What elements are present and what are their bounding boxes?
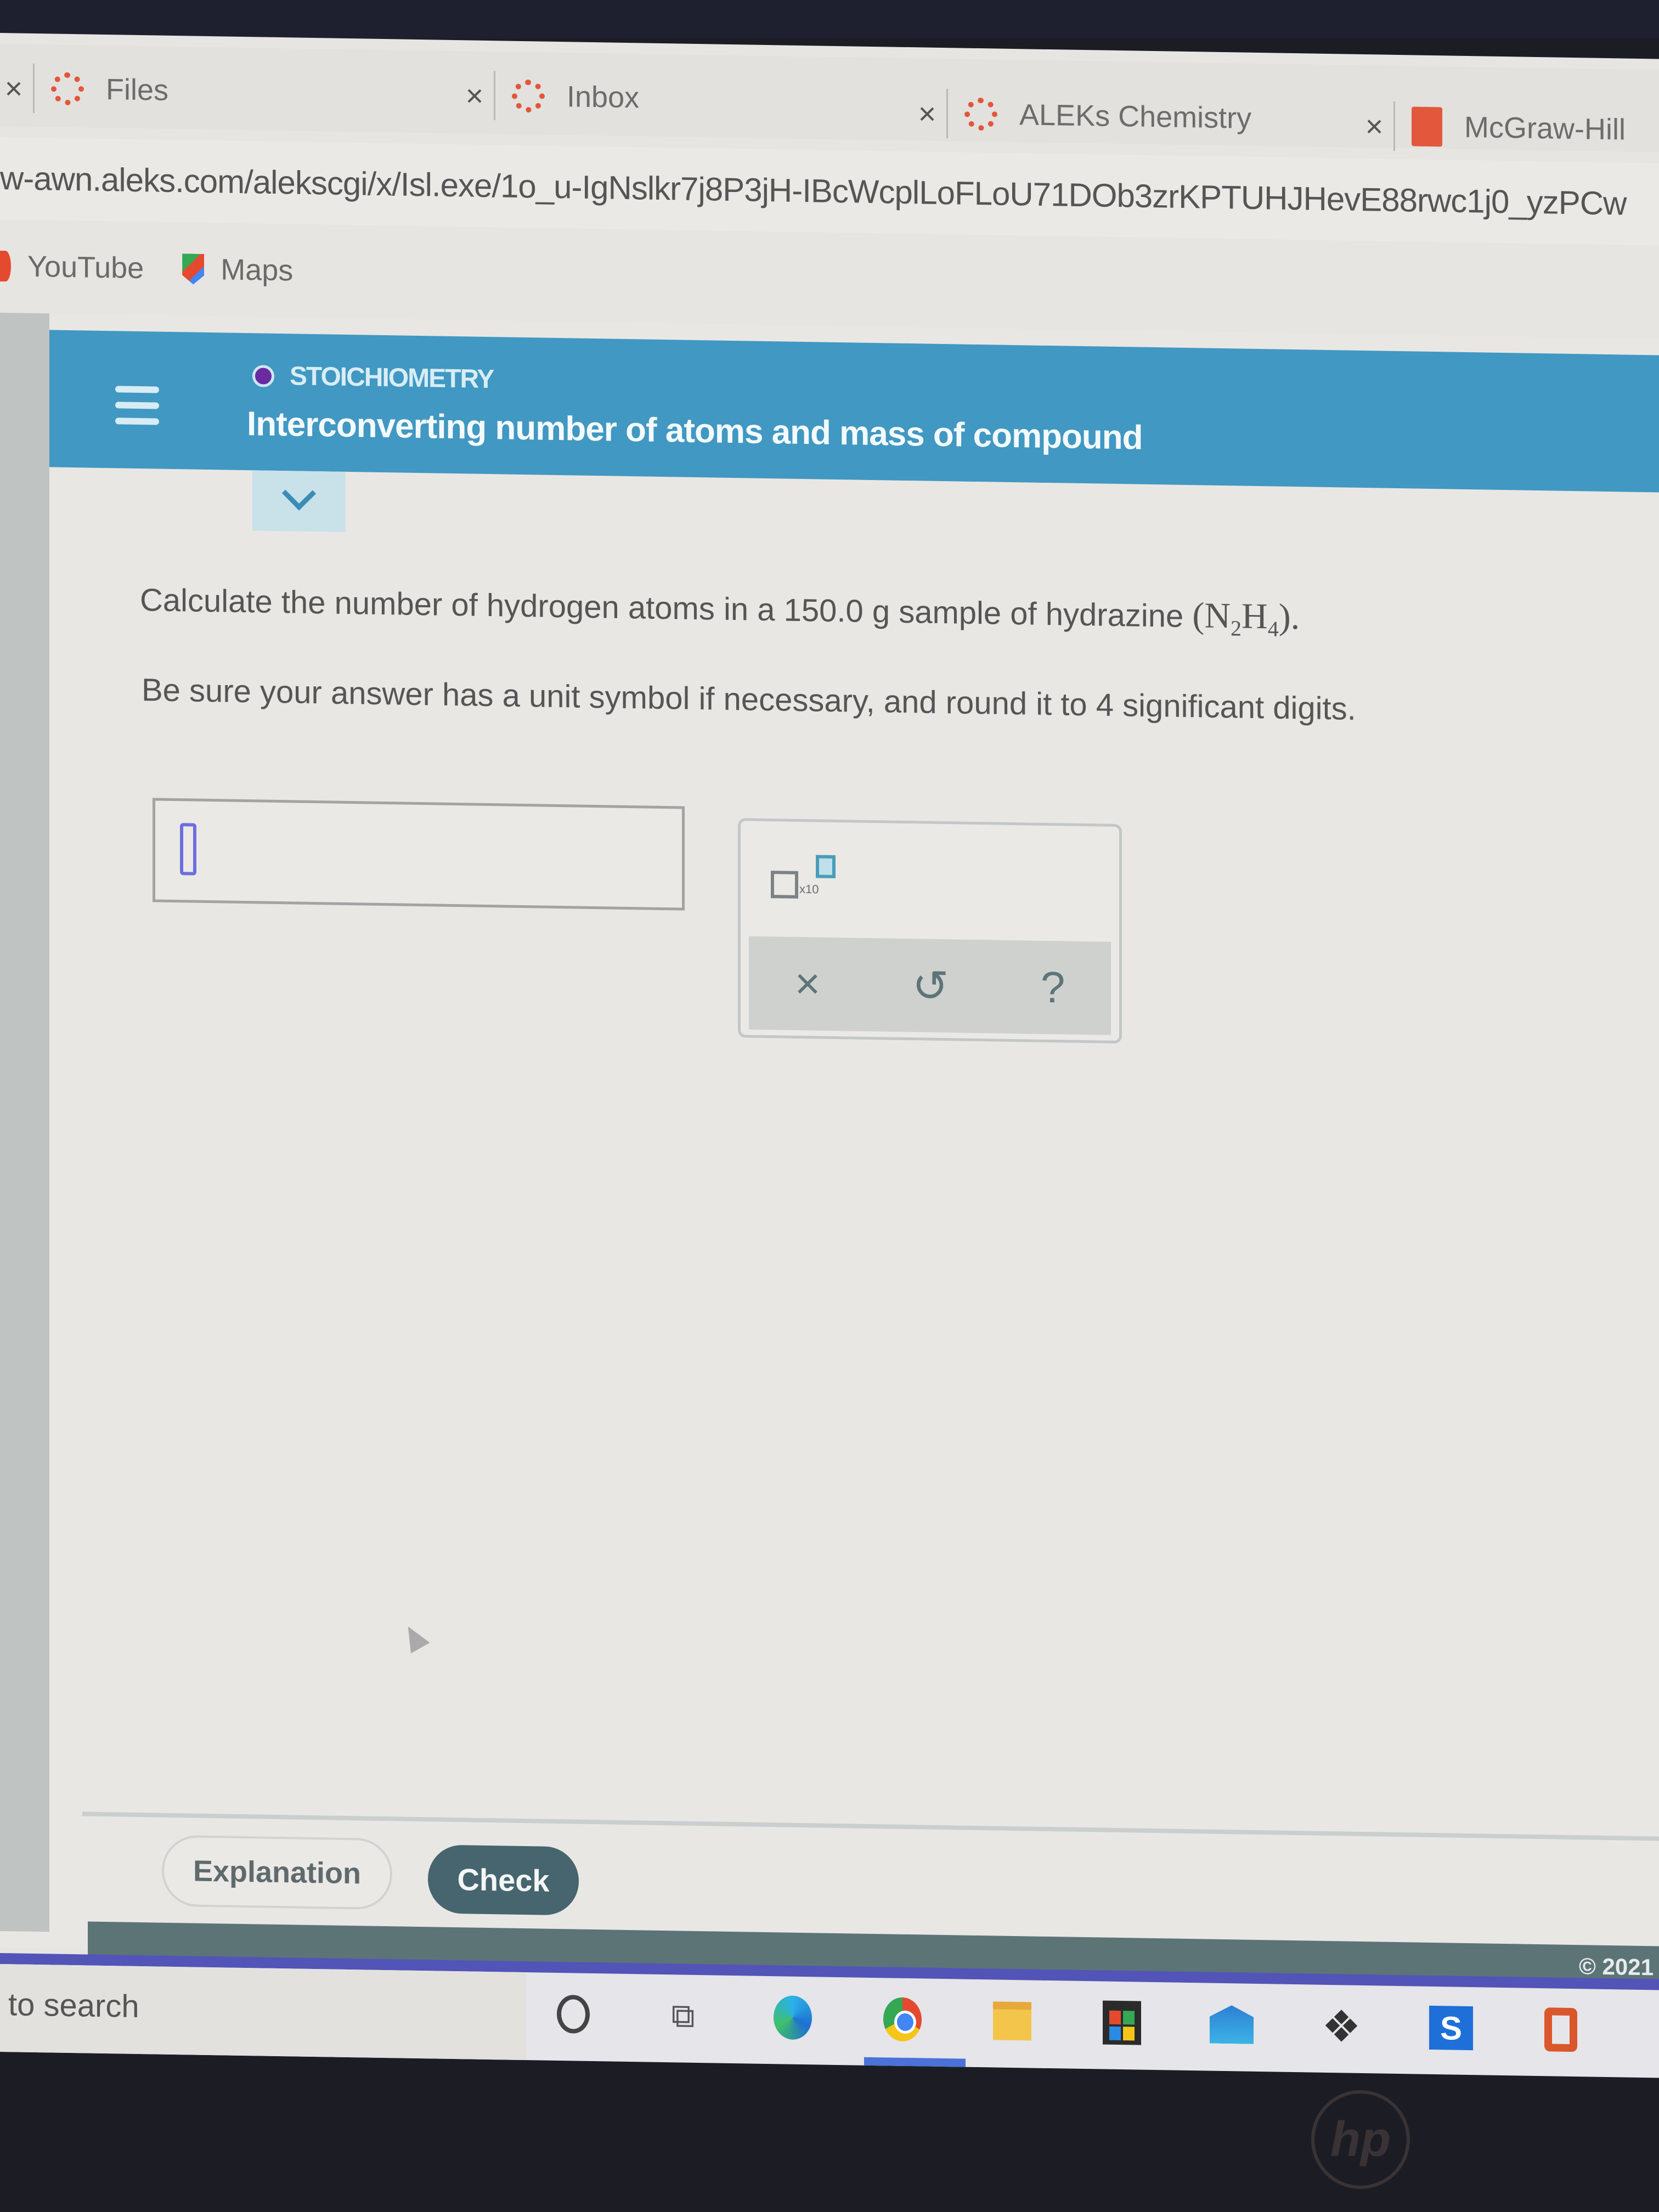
tab-label: Files xyxy=(106,73,169,107)
chevron-down-icon xyxy=(281,476,317,511)
aleks-app: STOICHIOMETRY Interconverting number of … xyxy=(0,313,1659,1996)
question-prefix: Calculate the number of hydrogen atoms i… xyxy=(140,582,1193,635)
task-view-icon: ⧉ xyxy=(671,1997,695,2034)
store-icon xyxy=(1103,2000,1141,2045)
bookmark-youtube[interactable]: YouTube xyxy=(0,249,144,285)
maps-icon xyxy=(182,253,204,285)
canvas-icon xyxy=(51,72,84,106)
taskbar-search[interactable]: to search xyxy=(0,1964,527,2061)
formula-element-h: H xyxy=(1242,596,1268,637)
edge-icon xyxy=(774,1995,812,2040)
math-palette: x10 × ↺ ? xyxy=(738,818,1122,1044)
exponent-box-icon xyxy=(816,855,836,878)
topic-status-dot-icon xyxy=(252,364,274,387)
tab-inbox[interactable]: × Inbox xyxy=(455,71,640,121)
search-placeholder: to search xyxy=(8,1987,139,2024)
app-s-icon: S xyxy=(1429,2005,1473,2051)
task-view-button[interactable]: ⧉ xyxy=(658,1991,708,2041)
undo-icon[interactable]: ↺ xyxy=(912,960,949,1012)
app-s-button[interactable]: S xyxy=(1426,2003,1476,2053)
file-explorer-button[interactable] xyxy=(988,1996,1037,2046)
close-tab-icon[interactable]: × xyxy=(455,77,494,114)
mcgraw-hill-icon xyxy=(1412,106,1442,147)
formula-subscript-h: 4 xyxy=(1267,616,1279,641)
copyright-text: © 2021 xyxy=(1578,1953,1654,1980)
close-tab-icon[interactable]: × xyxy=(1355,108,1393,144)
formula-element-n: N xyxy=(1204,595,1231,636)
close-tab-icon[interactable]: × xyxy=(0,70,33,106)
times-ten-label: x10 xyxy=(799,882,819,896)
bookmark-label: YouTube xyxy=(27,250,144,285)
chrome-icon xyxy=(883,1997,922,2042)
folder-icon xyxy=(993,2001,1031,2041)
tab-label: McGraw-Hill xyxy=(1464,110,1626,146)
bookmark-maps[interactable]: Maps xyxy=(182,252,293,287)
chemical-formula: (N2H4). xyxy=(1192,595,1300,641)
close-tab-icon[interactable]: × xyxy=(908,95,946,131)
dropbox-button[interactable]: ❖ xyxy=(1317,2001,1366,2051)
bookmark-label: Maps xyxy=(221,253,294,287)
address-bar[interactable]: w-awn.aleks.com/alekscgi/x/Isl.exe/1o_u-… xyxy=(0,137,1659,246)
url-text[interactable]: w-awn.aleks.com/alekscgi/x/Isl.exe/1o_u-… xyxy=(0,159,1626,223)
tab-mcgraw-hill[interactable]: × McGraw-Hill xyxy=(1355,101,1626,152)
answer-input[interactable] xyxy=(153,798,685,911)
mail-button[interactable] xyxy=(1207,2000,1256,2050)
mouse-pointer-icon xyxy=(398,1621,430,1654)
expand-header-button[interactable] xyxy=(252,470,346,532)
hp-logo: hp xyxy=(1311,2090,1410,2189)
mantissa-box-icon xyxy=(771,871,798,899)
instruction-text: Be sure your answer has a unit symbol if… xyxy=(142,672,1356,727)
left-gutter xyxy=(0,313,49,1932)
tab-label: Inbox xyxy=(567,80,640,115)
screen: × Files × Inbox × ALEKs Chemistry × McGr… xyxy=(0,33,1659,2078)
palette-tools: × ↺ ? xyxy=(749,936,1111,1035)
chrome-button[interactable] xyxy=(878,1994,927,2044)
youtube-icon xyxy=(0,251,11,282)
scientific-notation-button[interactable]: x10 xyxy=(771,854,837,905)
tab-separator xyxy=(1393,101,1395,151)
canvas-icon xyxy=(964,97,997,131)
cortana-icon xyxy=(557,1994,590,2034)
dropbox-icon: ❖ xyxy=(1322,2001,1361,2051)
cortana-button[interactable] xyxy=(549,1989,598,2039)
mail-icon xyxy=(1210,2005,1254,2044)
monitor-bezel xyxy=(0,0,1659,38)
page-title: Interconverting number of atoms and mass… xyxy=(247,405,1143,457)
active-app-indicator xyxy=(864,2057,966,2067)
help-icon[interactable]: ? xyxy=(1041,962,1065,1013)
tab-files[interactable]: × Files xyxy=(0,63,169,113)
explanation-button[interactable]: Explanation xyxy=(162,1835,392,1910)
formula-paren-open: ( xyxy=(1192,595,1205,636)
input-slot-cursor[interactable] xyxy=(180,823,196,876)
office-button[interactable] xyxy=(1536,2005,1585,2055)
clear-icon[interactable]: × xyxy=(795,958,821,1009)
edge-button[interactable] xyxy=(768,1993,817,2042)
topic-label: STOICHIOMETRY xyxy=(290,362,494,394)
topic-indicator: STOICHIOMETRY xyxy=(252,360,493,394)
hamburger-menu-icon[interactable] xyxy=(115,386,159,425)
taskbar-apps: ⧉ ❖ S xyxy=(549,1989,1646,2056)
office-icon xyxy=(1544,2007,1577,2052)
canvas-icon xyxy=(512,79,545,113)
topic-header: STOICHIOMETRY Interconverting number of … xyxy=(49,330,1659,493)
tab-separator xyxy=(494,71,495,121)
bookmarks-bar: YouTube Maps xyxy=(0,230,1659,328)
formula-subscript-n: 2 xyxy=(1231,616,1242,641)
tab-aleks-chemistry[interactable]: × ALEKs Chemistry xyxy=(908,89,1252,140)
browser-tab-strip: × Files × Inbox × ALEKs Chemistry × McGr… xyxy=(0,44,1659,153)
store-button[interactable] xyxy=(1097,1997,1147,2047)
tab-separator xyxy=(33,63,35,113)
tab-separator xyxy=(946,89,948,139)
formula-paren-close: ). xyxy=(1278,596,1300,637)
divider xyxy=(82,1812,1659,1841)
tab-label: ALEKs Chemistry xyxy=(1019,98,1252,135)
check-button[interactable]: Check xyxy=(428,1844,579,1916)
question-text: Calculate the number of hydrogen atoms i… xyxy=(140,578,1300,642)
